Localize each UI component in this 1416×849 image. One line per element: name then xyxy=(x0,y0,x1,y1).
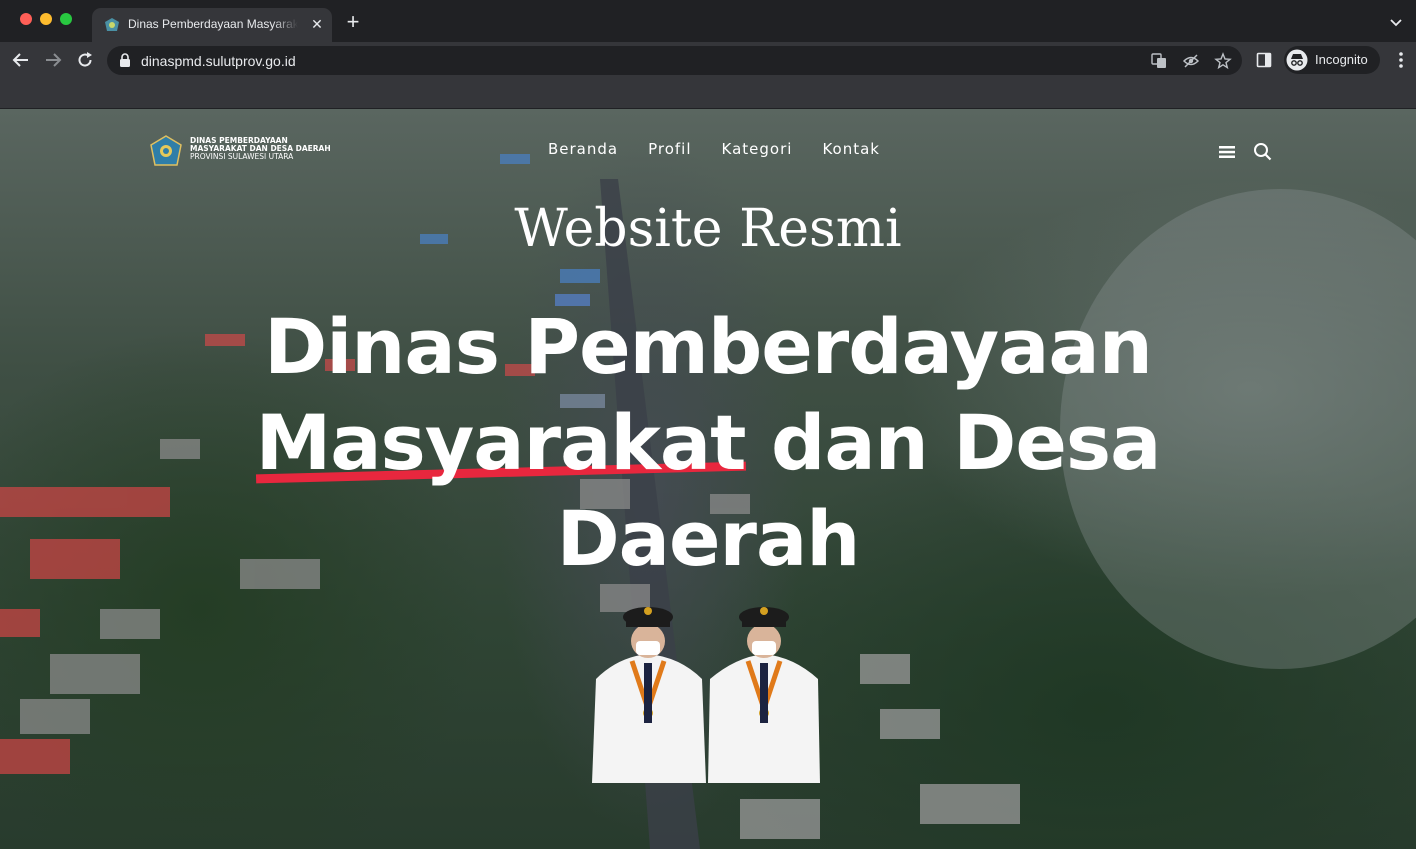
hero-kicker: Website Resmi xyxy=(514,199,902,259)
url-text: dinaspmd.sulutprov.go.id xyxy=(141,53,296,69)
reload-icon[interactable] xyxy=(75,50,95,70)
headline-highlight: Masyarakat xyxy=(256,395,747,491)
site-brand[interactable]: DINAS PEMBERDAYAAN MASYARAKAT DAN DESA D… xyxy=(190,137,331,161)
browser-toolbar: dinaspmd.sulutprov.go.id Incognito xyxy=(0,42,1416,78)
kebab-menu-icon[interactable] xyxy=(1391,50,1411,70)
side-panel-icon[interactable] xyxy=(1256,52,1272,68)
hamburger-icon[interactable] xyxy=(1219,145,1235,159)
eye-off-icon[interactable] xyxy=(1182,52,1200,70)
incognito-icon xyxy=(1286,49,1308,71)
address-bar[interactable]: dinaspmd.sulutprov.go.id xyxy=(107,46,1242,75)
lock-icon xyxy=(120,53,130,67)
browser-tabbar: Dinas Pemberdayaan Masyarakat dan Desa D… xyxy=(0,0,1416,42)
nav-profil[interactable]: Profil xyxy=(648,140,691,158)
translate-icon[interactable] xyxy=(1150,52,1168,70)
bookmark-bar xyxy=(0,78,1416,109)
hero-section: DINAS PEMBERDAYAAN MASYARAKAT DAN DESA D… xyxy=(0,109,1416,849)
nav-kategori[interactable]: Kategori xyxy=(722,140,793,158)
chevron-down-icon[interactable] xyxy=(1388,14,1404,30)
search-icon[interactable] xyxy=(1253,142,1272,161)
incognito-profile-button[interactable]: Incognito xyxy=(1284,46,1380,74)
main-nav: Beranda Profil Kategori Kontak xyxy=(548,140,880,158)
back-icon[interactable] xyxy=(11,50,31,70)
star-icon[interactable] xyxy=(1214,52,1232,70)
browser-tab[interactable]: Dinas Pemberdayaan Masyarakat dan Desa D… xyxy=(92,8,332,42)
favicon-icon xyxy=(105,18,119,31)
plus-icon[interactable]: + xyxy=(343,11,363,33)
brand-line-3: PROVINSI SULAWESI UTARA xyxy=(190,152,294,161)
minimize-window-button[interactable] xyxy=(40,13,52,25)
nav-kontak[interactable]: Kontak xyxy=(822,140,880,158)
officials-photo xyxy=(592,607,820,783)
tab-title: Dinas Pemberdayaan Masyarakat dan Desa D… xyxy=(128,17,298,31)
incognito-label: Incognito xyxy=(1315,52,1368,67)
hero-headline: Dinas Pemberdayaan Masyarakat dan Desa D… xyxy=(200,299,1216,587)
close-window-button[interactable] xyxy=(20,13,32,25)
forward-icon[interactable] xyxy=(43,50,63,70)
close-icon[interactable]: ✕ xyxy=(308,15,326,33)
site-logo[interactable] xyxy=(150,135,182,167)
headline-part-1: Dinas Pemberdayaan xyxy=(264,302,1153,391)
nav-beranda[interactable]: Beranda xyxy=(548,140,618,158)
maximize-window-button[interactable] xyxy=(60,13,72,25)
